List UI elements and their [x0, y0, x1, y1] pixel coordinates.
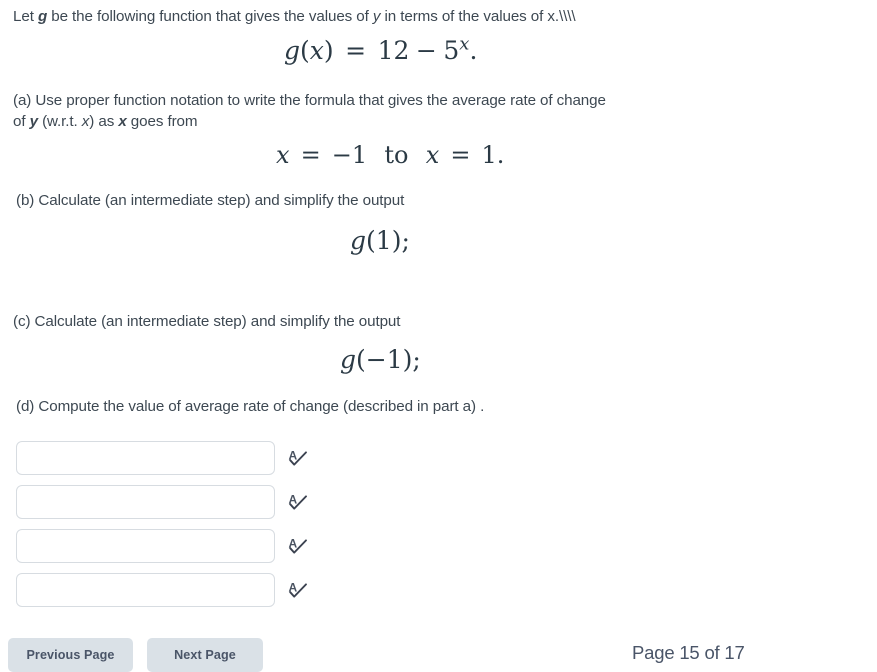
answer-input-d[interactable]	[16, 573, 275, 607]
formula-constant: 12	[377, 36, 410, 65]
eval-b-close-paren: )	[391, 226, 402, 255]
problem-page: Let g be the following function that giv…	[0, 0, 877, 672]
part-a-line2-mid: (w.r.t.	[37, 113, 82, 130]
interval-value-1: −1	[331, 141, 368, 169]
formula-exponent: x	[459, 33, 470, 55]
part-a-y-symbol: y	[29, 113, 38, 130]
part-a-x-symbol-2: x	[118, 113, 127, 130]
part-b-line1: (b) Calculate (an intermediate step) and…	[16, 190, 716, 211]
part-a-line1: (a) Use proper function notation to writ…	[13, 90, 743, 111]
formula-minus: −	[415, 36, 437, 65]
eval-c-fn: g	[340, 345, 357, 374]
part-b-expression: g(1);	[350, 226, 410, 255]
part-b-text: Calculate (an intermediate step) and sim…	[38, 192, 405, 209]
answer-row-d: A	[16, 573, 309, 607]
interval-equals-1: =	[300, 141, 321, 169]
formula-close-paren: )	[323, 36, 334, 65]
answer-row-c: A	[16, 529, 309, 563]
intro-after-g: be the following function that gives the…	[47, 8, 373, 25]
intro-tail: in terms of the values of x.\\\\	[380, 8, 576, 25]
eval-b-open-paren: (	[366, 226, 376, 255]
part-a-line2: of y (w.r.t. x) as x goes from	[13, 111, 743, 132]
formula-period: .	[469, 36, 478, 65]
function-definition-formula: g(x) = 12−5x.	[284, 33, 478, 65]
intro-g-symbol: g	[37, 8, 48, 25]
formula-fn: g	[284, 36, 301, 65]
part-d-line1: (d) Compute the value of average rate of…	[16, 396, 716, 417]
part-a-label: (a)	[13, 92, 32, 109]
formula-equals: =	[345, 36, 367, 65]
eval-b-fn: g	[350, 226, 367, 255]
formula-open-paren: (	[300, 36, 310, 65]
answer-preview-icon[interactable]: A	[287, 579, 309, 601]
part-d-text: Compute the value of average rate of cha…	[38, 398, 485, 415]
answer-input-c[interactable]	[16, 529, 275, 563]
part-c-label: (c)	[13, 313, 31, 330]
formula-variable: x	[309, 36, 324, 65]
part-a-line2-post: goes from	[126, 113, 198, 130]
eval-c-close-paren: )	[402, 345, 413, 374]
intro-before-g: Let	[13, 8, 38, 25]
interval-to-word: to	[384, 141, 409, 169]
answer-preview-icon[interactable]: A	[287, 535, 309, 557]
problem-intro-text: Let g be the following function that giv…	[13, 6, 873, 27]
eval-c-open-paren: (	[356, 345, 366, 374]
interval-value-2: 1	[481, 141, 497, 169]
part-c-line1: (c) Calculate (an intermediate step) and…	[13, 311, 713, 332]
part-c-text: Calculate (an intermediate step) and sim…	[34, 313, 401, 330]
part-b-label: (b)	[16, 192, 35, 209]
answer-input-a[interactable]	[16, 441, 275, 475]
answer-row-a: A	[16, 441, 309, 475]
part-d-label: (d)	[16, 398, 35, 415]
interval-equals-2: =	[450, 141, 471, 169]
interval-period: .	[496, 141, 505, 169]
answer-preview-icon[interactable]: A	[287, 491, 309, 513]
eval-b-semicolon: ;	[401, 226, 410, 255]
part-a-line2-pre: of	[13, 113, 30, 130]
interval-formula: x = −1 to x = 1.	[276, 141, 504, 169]
answer-row-b: A	[16, 485, 309, 519]
eval-c-semicolon: ;	[412, 345, 421, 374]
eval-b-argument: 1	[375, 226, 392, 255]
page-indicator: Page 15 of 17	[632, 642, 745, 663]
part-a-line2-mid2: ) as	[89, 113, 119, 130]
interval-var-2: x	[425, 141, 440, 169]
part-c-expression: g(−1);	[340, 345, 421, 374]
formula-base: 5	[443, 36, 460, 65]
answer-preview-icon[interactable]: A	[287, 447, 309, 469]
interval-var-1: x	[276, 141, 290, 169]
part-a-text: Use proper function notation to write th…	[35, 92, 606, 109]
eval-c-argument: −1	[365, 345, 403, 374]
answer-input-b[interactable]	[16, 485, 275, 519]
